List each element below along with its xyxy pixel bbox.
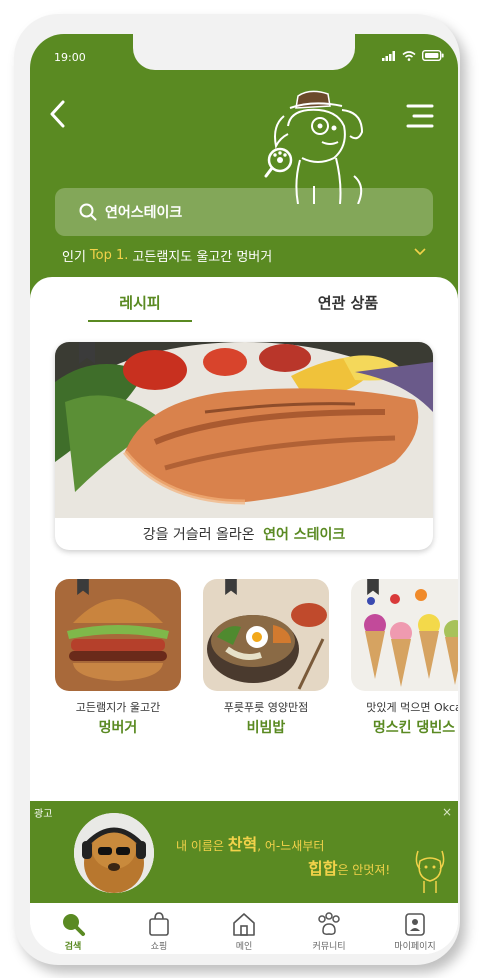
featured-recipe-subtitle: 강을 거슬러 올라온 [142,527,255,543]
nav-label: 커뮤니티 [312,942,346,952]
bookmark-icon[interactable] [225,579,237,595]
header: 19:00 연어스테이크 인기 Top 1. 고든램지도 울고간 멍버거 [30,34,458,314]
popular-label: 인기 [62,250,86,265]
wifi-icon [402,50,416,61]
recipe-card-bibimbap[interactable]: 푸릇푸릇 영양만점 비빔밥 [203,579,329,737]
card-subtitle: 고든램지가 울고간 [75,701,161,714]
search-icon [79,203,97,221]
bookmark-icon[interactable] [79,342,95,364]
bookmark-icon[interactable] [77,579,89,595]
search-bar[interactable]: 연어스테이크 [55,188,433,236]
chevron-down-icon[interactable] [414,248,426,256]
ad-close-button[interactable]: × [442,805,452,819]
ad-line1-name: 찬혁 [227,835,258,854]
ad-line2-suffix: 은 안멋져! [337,863,391,877]
ad-line2-hiphop: 힙합 [308,859,338,878]
bibimbap-image [203,579,329,691]
popular-search-ticker[interactable]: 인기 Top 1. 고든램지도 울고간 멍버거 [62,246,426,265]
recipe-card-icecream[interactable]: 맛있게 먹으면 Okca 멍스킨 댕빈스 [351,579,458,737]
nav-label: 쇼핑 [150,942,168,952]
search-input[interactable]: 연어스테이크 [105,202,182,222]
featured-recipe-title: 연어 스테이크 [263,527,346,543]
hamburger-menu-icon[interactable] [406,102,434,130]
bottom-nav: 검색 쇼핑 메인 커뮤니티 마이페이지 [30,903,458,954]
signal-icon [382,50,395,61]
nav-search[interactable]: 검색 [38,911,108,952]
ad-headline-line2: 힙합은 안멋져! [308,855,390,879]
popular-rank: Top 1. [89,248,129,263]
ad-banner[interactable]: 광고 × 내 이름은 찬혁, 어-느새부터 힙합은 안멋져! [30,801,458,903]
back-arrow-icon[interactable] [46,98,70,130]
dog-with-headphones-image [74,813,154,893]
nav-shopping[interactable]: 쇼핑 [124,911,194,952]
camera-notch [133,34,355,70]
featured-recipe-card[interactable]: 강을 거슬러 올라온 연어 스테이크 [55,342,433,550]
home-icon [233,913,255,936]
card-title: 멍버거 [98,720,138,736]
bookmark-icon[interactable] [367,579,379,595]
card-subtitle: 맛있게 먹으면 Okca [366,701,458,714]
paw-icon [318,912,340,935]
ad-line1-prefix: 내 이름은 [176,839,228,853]
ad-headline-line1: 내 이름은 찬혁, 어-느새부터 [176,831,324,855]
nav-label: 검색 [64,942,82,952]
tab-bar: 레시피 연관 상품 [30,292,458,322]
ad-label: 광고 [34,809,53,820]
status-icons [382,50,444,61]
phone-frame: 19:00 연어스테이크 인기 Top 1. 고든램지도 울고간 멍버거 레시피… [14,14,460,965]
dog-mascot-icon [415,850,445,893]
tab-related-products[interactable]: 연관 상품 [298,292,398,313]
nav-label: 마이페이지 [394,942,436,952]
recipe-card-burger[interactable]: 고든램지가 울고간 멍버거 [55,579,181,737]
nav-home[interactable]: 메인 [209,911,279,952]
card-subtitle: 푸릇푸릇 영양만점 [223,701,309,714]
ad-line1-suffix: , 어-느새부터 [257,839,325,853]
popular-text: 고든램지도 울고간 멍버거 [132,250,273,265]
burger-image [55,579,181,691]
featured-recipe-caption: 강을 거슬러 올라온 연어 스테이크 [55,524,433,544]
nav-mypage[interactable]: 마이페이지 [380,911,450,952]
search-icon [63,914,85,936]
tab-recipe[interactable]: 레시피 [88,292,192,322]
recipe-carousel[interactable]: 고든램지가 울고간 멍버거 푸릇푸릇 영양만점 비빔밥 맛있게 먹으면 Okca… [55,579,458,749]
nav-label: 메인 [235,942,253,952]
profile-icon [405,913,425,936]
nav-community[interactable]: 커뮤니티 [294,911,364,952]
shopping-bag-icon [149,912,169,936]
status-time: 19:00 [54,51,86,64]
ice-cream-image [351,579,458,691]
salmon-steak-image [55,342,433,518]
app-screen: 19:00 연어스테이크 인기 Top 1. 고든램지도 울고간 멍버거 레시피… [30,34,458,954]
detective-dog-mascot-icon [264,90,364,204]
card-title: 비빔밥 [246,720,286,736]
card-title: 멍스킨 댕빈스 [372,720,456,736]
battery-icon [422,50,444,61]
